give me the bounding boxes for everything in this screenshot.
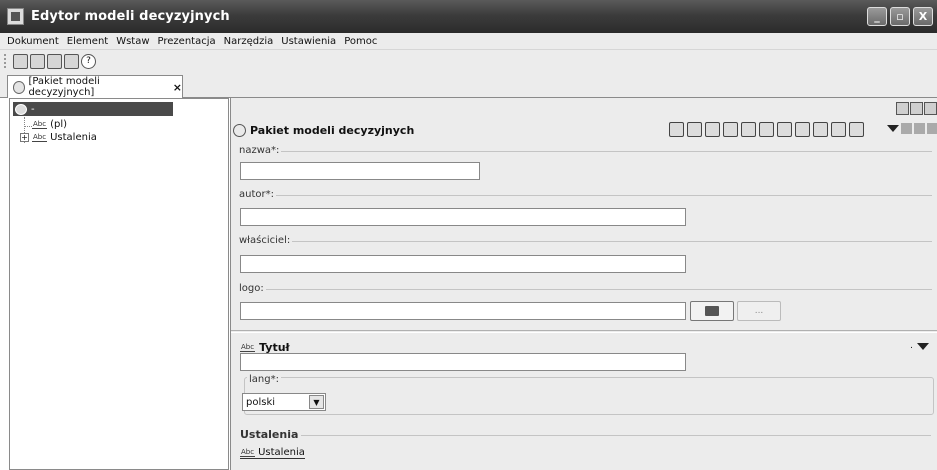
main-toolbar: ? <box>0 50 937 72</box>
autor-label: autor*: <box>237 189 276 200</box>
abc-icon: Abc <box>32 120 48 129</box>
save-icon[interactable] <box>896 102 909 115</box>
help-icon[interactable]: ? <box>81 53 96 69</box>
menu-pomoc[interactable]: Pomoc <box>340 36 381 47</box>
section-divider <box>231 330 937 333</box>
collapse-arrow-icon[interactable] <box>917 342 929 350</box>
model-tree: - Abc (pl) + Abc Ustalenia <box>9 98 229 470</box>
ustalenia-title: Ustalenia <box>240 428 299 441</box>
menu-prezentacja[interactable]: Prezentacja <box>154 36 220 47</box>
tab-close-icon[interactable]: × <box>173 81 182 94</box>
tree-item-label: (pl) <box>50 119 68 130</box>
lang-label: lang*: <box>247 374 281 385</box>
close-icon[interactable] <box>924 102 937 115</box>
open-folder-icon[interactable] <box>13 53 28 69</box>
element-tool-icon[interactable] <box>849 122 864 137</box>
logo-input[interactable] <box>240 302 686 320</box>
lang-select[interactable]: polski ▼ <box>242 393 326 411</box>
element-tool-icon[interactable] <box>759 122 774 137</box>
tree-root-node[interactable]: - <box>13 102 173 116</box>
app-icon <box>7 8 24 25</box>
element-tool-icon[interactable] <box>777 122 792 137</box>
close-button[interactable]: X <box>913 7 933 26</box>
minimize-button[interactable]: _ <box>867 7 887 26</box>
logo-more-button[interactable]: ... <box>737 301 781 321</box>
disabled-tool-icon <box>901 123 912 134</box>
menu-wstaw[interactable]: Wstaw <box>112 36 153 47</box>
abc-list-icon: Abc <box>240 448 256 457</box>
dropdown-arrow-icon[interactable] <box>887 125 899 132</box>
panel-header: Pakiet modeli decyzyjnych <box>231 119 937 141</box>
element-tool-icon[interactable] <box>687 122 702 137</box>
window-controls: _ ▫ X <box>867 7 933 26</box>
window-title: Edytor modeli decyzyjnych <box>31 9 230 24</box>
wlasciciel-input[interactable] <box>240 255 686 273</box>
chevron-down-icon[interactable]: ▼ <box>309 395 324 409</box>
maximize-button[interactable]: ▫ <box>890 7 910 26</box>
nazwa-input[interactable] <box>240 162 480 180</box>
menu-narzedzia[interactable]: Narzędzia <box>220 36 278 47</box>
package-icon <box>233 123 246 137</box>
autor-input[interactable] <box>240 208 686 226</box>
field-group-line <box>237 289 932 290</box>
folder-icon <box>705 306 719 316</box>
menu-bar: Dokument Element Wstaw Prezentacja Narzę… <box>0 33 937 50</box>
element-tool-icon[interactable] <box>831 122 846 137</box>
save-as-icon[interactable] <box>910 102 923 115</box>
element-tool-icon[interactable] <box>741 122 756 137</box>
tytul-input[interactable] <box>240 353 686 371</box>
document-tab-strip: [Pakiet modeli decyzyjnych] × <box>0 72 937 98</box>
editor-panel: Pakiet modeli decyzyjnych nazwa*: autor*… <box>230 98 937 470</box>
element-tool-icon[interactable] <box>669 122 684 137</box>
save-icon[interactable] <box>30 53 45 69</box>
tree-connector <box>24 126 32 127</box>
collapse-mark: . <box>910 341 913 351</box>
close-document-icon[interactable] <box>64 53 79 69</box>
tab-pakiet-modeli[interactable]: [Pakiet modeli decyzyjnych] × <box>7 75 183 98</box>
tree-item-ustalenia[interactable]: + Abc Ustalenia <box>20 132 97 143</box>
package-icon <box>15 103 27 115</box>
package-icon <box>13 80 26 94</box>
field-group-line <box>237 241 932 242</box>
tree-root-label: - <box>31 103 35 115</box>
element-tool-icon[interactable] <box>723 122 738 137</box>
save-as-icon[interactable] <box>47 53 62 69</box>
panel-title: Pakiet modeli decyzyjnych <box>250 123 415 137</box>
disabled-tool-icon <box>914 123 925 134</box>
menu-ustawienia[interactable]: Ustawienia <box>277 36 340 47</box>
panel-top-icons <box>896 102 937 115</box>
lang-select-value: polski <box>246 396 276 408</box>
panel-header-extra <box>887 123 937 134</box>
browse-logo-button[interactable] <box>690 301 734 321</box>
logo-label: logo: <box>237 283 266 294</box>
ustalenia-link-label: Ustalenia <box>258 447 305 458</box>
tree-item-label: Ustalenia <box>50 132 97 143</box>
element-toolbar <box>669 122 864 137</box>
expand-icon[interactable]: + <box>20 133 29 142</box>
element-tool-icon[interactable] <box>705 122 720 137</box>
tytul-collapse[interactable]: . <box>910 341 929 351</box>
toolbar-grip[interactable] <box>4 54 8 68</box>
element-tool-icon[interactable] <box>795 122 810 137</box>
wlasciciel-label: właściciel: <box>237 235 293 246</box>
field-group-line <box>237 151 932 152</box>
nazwa-label: nazwa*: <box>237 145 282 156</box>
section-divider <box>301 435 931 436</box>
menu-element[interactable]: Element <box>63 36 112 47</box>
title-bar: Edytor modeli decyzyjnych _ ▫ X <box>0 0 937 33</box>
tab-label: [Pakiet modeli decyzyjnych] <box>28 76 100 98</box>
abc-list-icon: Abc <box>32 133 48 142</box>
lang-group <box>244 377 934 415</box>
field-group-line <box>237 195 932 196</box>
tree-item-pl[interactable]: Abc (pl) <box>32 119 67 130</box>
element-tool-icon[interactable] <box>813 122 828 137</box>
disabled-tool-icon <box>927 123 937 134</box>
ustalenia-link[interactable]: Abc Ustalenia <box>240 447 305 459</box>
menu-dokument[interactable]: Dokument <box>3 36 63 47</box>
abc-icon: Abc <box>240 343 256 352</box>
